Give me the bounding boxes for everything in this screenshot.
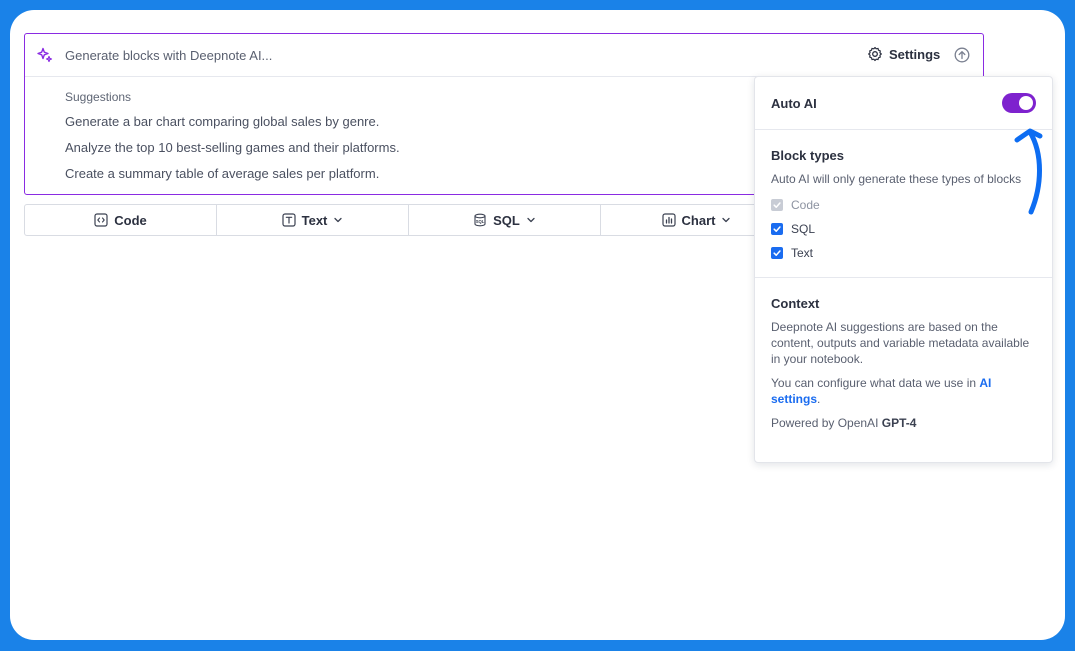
block-type-sql-option[interactable]: SQL <box>771 217 1036 241</box>
model-name: GPT-4 <box>881 416 917 430</box>
code-label: Code <box>114 212 147 228</box>
add-sql-block-button[interactable]: SQL SQL <box>409 205 601 235</box>
svg-text:SQL: SQL <box>476 219 485 224</box>
sparkle-icon <box>37 47 53 63</box>
block-type-code-option[interactable]: Code <box>771 193 1036 217</box>
ai-prompt-input[interactable] <box>65 47 625 63</box>
block-types-section: Block types Auto AI will only generate t… <box>755 130 1052 278</box>
checkbox-checked-disabled <box>771 199 783 211</box>
chart-icon <box>661 213 676 227</box>
block-types-description: Auto AI will only generate these types o… <box>771 172 1022 186</box>
code-icon <box>94 213 108 227</box>
text-label: Text <box>301 212 328 228</box>
gear-icon <box>868 46 882 62</box>
block-type-label: SQL <box>791 222 816 236</box>
sql-icon: SQL <box>473 213 487 227</box>
block-type-label: Text <box>791 246 814 260</box>
chevron-down-icon <box>333 215 343 225</box>
context-section: Context Deepnote AI suggestions are base… <box>755 278 1052 431</box>
add-text-block-button[interactable]: Text <box>217 205 409 235</box>
block-type-text-option[interactable]: Text <box>771 241 1036 265</box>
context-description: Deepnote AI suggestions are based on the… <box>771 320 1030 366</box>
block-types-title: Block types <box>771 148 844 163</box>
annotation-arrow-icon <box>1014 128 1043 215</box>
auto-ai-section: Auto AI <box>755 77 1052 130</box>
chevron-down-icon <box>526 215 536 225</box>
configure-suffix: . <box>817 392 821 406</box>
chart-label: Chart <box>681 212 716 228</box>
toggle-knob <box>1019 96 1033 110</box>
text-icon <box>282 213 296 227</box>
checkbox-checked <box>771 247 783 259</box>
checkbox-checked <box>771 223 783 235</box>
add-code-block-button[interactable]: Code <box>25 205 217 235</box>
chevron-down-icon <box>721 215 731 225</box>
powered-prefix: Powered by OpenAI <box>771 416 882 430</box>
ai-settings-panel: Auto AI Block types Auto AI will only ge… <box>754 76 1053 463</box>
auto-ai-toggle[interactable] <box>1002 93 1036 113</box>
arrow-up-circle-icon[interactable] <box>954 47 970 68</box>
auto-ai-label: Auto AI <box>771 95 817 111</box>
settings-button[interactable]: Settings <box>867 46 940 62</box>
context-title: Context <box>771 296 820 311</box>
settings-label: Settings <box>889 46 941 62</box>
powered-by-text: Powered by OpenAI GPT-4 <box>771 415 1036 431</box>
sql-label: SQL <box>493 212 520 228</box>
block-type-label: Code <box>791 198 820 212</box>
configure-text: You can configure what data we use in AI… <box>771 375 1036 407</box>
configure-prefix: You can configure what data we use in <box>771 376 980 390</box>
prompt-row: Settings <box>25 34 983 77</box>
